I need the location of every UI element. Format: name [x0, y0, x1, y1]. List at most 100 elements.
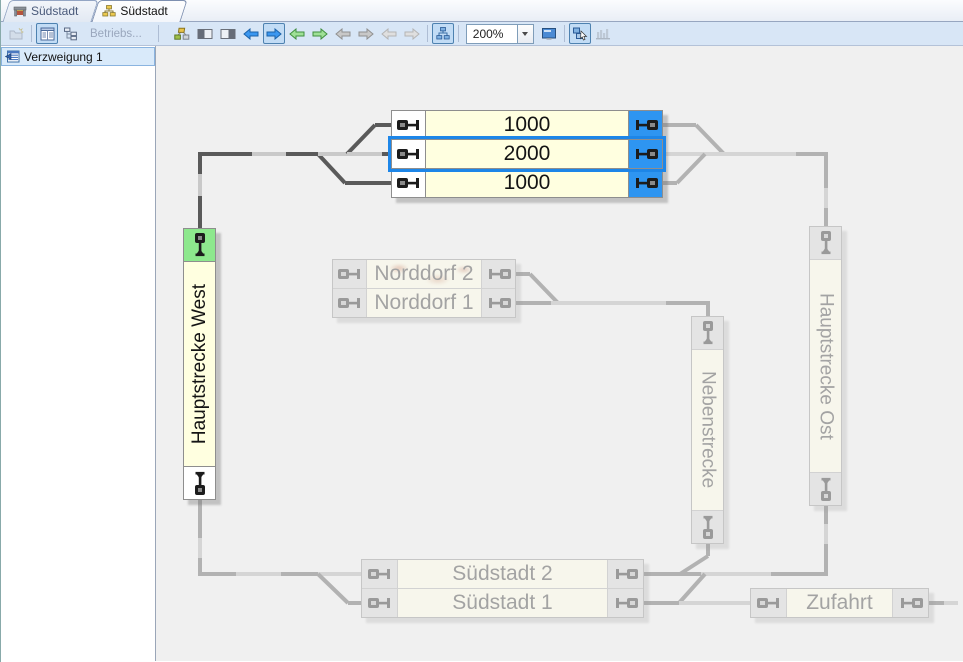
block-group-suedstadt[interactable]: Südstadt 2 Südstadt 1	[361, 559, 644, 618]
signal-cell-right[interactable]	[482, 289, 515, 317]
step-forward-icon	[312, 28, 328, 40]
track-row-1000-a[interactable]: 1000	[392, 111, 662, 139]
signal-cell-right[interactable]	[629, 140, 662, 168]
app-window: Südstadt Südstadt	[0, 0, 963, 662]
track-label: Hauptstrecke Ost	[815, 293, 837, 440]
block-hauptstrecke-west[interactable]: Hauptstrecke West	[183, 228, 216, 500]
track-row-norddorf-1[interactable]: Norddorf 1	[333, 288, 515, 317]
nav-forward-icon	[266, 28, 282, 40]
signal-right-icon	[613, 567, 639, 581]
track-label[interactable]: 1000	[425, 111, 629, 139]
tree-view-button[interactable]	[59, 23, 81, 44]
chart-button[interactable]	[592, 23, 614, 44]
network-button[interactable]	[171, 23, 193, 44]
step-forward-button[interactable]	[309, 23, 331, 44]
track-row-2000[interactable]: 2000	[392, 139, 662, 168]
block-nebenstrecke[interactable]: Nebenstrecke	[691, 316, 724, 544]
tab-suedstadt-diagram[interactable]: Südstadt	[92, 0, 181, 21]
signal-cell-top[interactable]	[810, 227, 841, 260]
nav-back-button[interactable]	[240, 23, 262, 44]
signal-down-icon	[701, 320, 715, 346]
track-row-1000-b[interactable]: 1000	[392, 168, 662, 197]
signal-cell-right[interactable]	[608, 589, 643, 617]
tab-suedstadt-layout[interactable]: Südstadt	[3, 0, 92, 21]
track-label[interactable]: Zufahrt	[786, 589, 893, 617]
track-label-cell[interactable]: Hauptstrecke West	[184, 262, 215, 466]
block-group-norddorf[interactable]: Norddorf 2 Norddorf 1	[332, 259, 516, 318]
track-diagram-canvas[interactable]: 1000 2000	[156, 46, 963, 661]
jump-back-button[interactable]	[332, 23, 354, 44]
track-label-cell[interactable]: Hauptstrecke Ost	[810, 260, 841, 472]
zoom-value[interactable]: 200%	[466, 24, 518, 44]
jump-forward-button[interactable]	[355, 23, 377, 44]
signal-cell-right[interactable]	[893, 589, 928, 617]
signal-right-icon	[633, 176, 659, 190]
signal-cell-left[interactable]	[333, 289, 366, 317]
track-label-cell[interactable]: Nebenstrecke	[692, 350, 723, 510]
signal-cell-right[interactable]	[482, 260, 515, 288]
signal-left-icon	[367, 567, 393, 581]
sidebar-item-label: Verzweigung 1	[24, 50, 103, 64]
page-forward-icon	[404, 28, 420, 40]
track-row-suedstadt-1[interactable]: Südstadt 1	[362, 588, 643, 617]
signal-up-icon	[701, 514, 715, 540]
signal-cell-right[interactable]	[629, 111, 662, 139]
signal-right-icon	[633, 118, 659, 132]
signal-cell-bottom[interactable]	[810, 472, 841, 505]
zoom-dropdown-button[interactable]	[518, 24, 534, 44]
signal-left-icon	[367, 596, 393, 610]
track-row-norddorf-2[interactable]: Norddorf 2	[333, 260, 515, 288]
signal-left-icon	[396, 118, 422, 132]
signal-cell-right[interactable]	[629, 169, 662, 197]
sidebar-item-verzweigung-1[interactable]: Verzweigung 1	[1, 47, 155, 66]
tree-view-icon	[63, 27, 78, 41]
block-hauptstrecke-ost[interactable]: Hauptstrecke Ost	[809, 226, 842, 506]
nav-forward-button[interactable]	[263, 23, 285, 44]
track-label-text: Norddorf 2	[374, 262, 473, 286]
signal-cell-left[interactable]	[362, 589, 397, 617]
page-forward-button[interactable]	[401, 23, 423, 44]
chart-icon	[595, 27, 611, 40]
signal-left-icon	[396, 176, 422, 190]
panel-right-button[interactable]	[217, 23, 239, 44]
track-row-zufahrt[interactable]: Zufahrt	[751, 589, 928, 617]
monitor-button[interactable]	[538, 23, 560, 44]
signal-down-icon	[819, 230, 833, 256]
track-label[interactable]: 1000	[425, 169, 629, 197]
tab-bar: Südstadt Südstadt	[1, 0, 963, 22]
signal-cell-bottom[interactable]	[692, 510, 723, 543]
form-view-button[interactable]	[36, 23, 58, 44]
network-icon	[174, 27, 190, 41]
panel-right-icon	[220, 28, 236, 40]
new-window-button[interactable]	[5, 23, 27, 44]
select-objects-button[interactable]	[569, 23, 591, 44]
signal-cell-right[interactable]	[608, 560, 643, 588]
panel-left-button[interactable]	[194, 23, 216, 44]
block-zufahrt[interactable]: Zufahrt	[750, 588, 929, 618]
page-back-button[interactable]	[378, 23, 400, 44]
signal-left-icon	[756, 596, 782, 610]
signal-cell-left[interactable]	[392, 111, 425, 139]
track-label[interactable]: Südstadt 2	[397, 560, 608, 588]
monitor-icon	[541, 27, 557, 41]
signal-cell-left[interactable]	[333, 260, 366, 288]
zoom-combo[interactable]: 200%	[466, 24, 534, 44]
step-back-button[interactable]	[286, 23, 308, 44]
track-label[interactable]: Südstadt 1	[397, 589, 608, 617]
signal-cell-left[interactable]	[751, 589, 786, 617]
toolbar-separator	[564, 25, 565, 42]
track-row-suedstadt-2[interactable]: Südstadt 2	[362, 560, 643, 588]
track-label[interactable]: Norddorf 1	[366, 289, 482, 317]
signal-cell-top[interactable]	[692, 317, 723, 350]
signal-cell-left[interactable]	[392, 140, 425, 168]
signal-cell-bottom[interactable]	[184, 466, 215, 499]
signal-cell-left[interactable]	[362, 560, 397, 588]
toolbar-separator	[427, 25, 428, 42]
new-window-icon	[8, 27, 24, 41]
track-label[interactable]: Norddorf 2	[366, 260, 482, 288]
hierarchy-view-button[interactable]	[432, 23, 454, 44]
tab-label: Südstadt	[31, 4, 78, 18]
track-label[interactable]: 2000	[425, 140, 629, 168]
signal-cell-left[interactable]	[392, 169, 425, 197]
signal-cell-top-green[interactable]	[184, 229, 215, 262]
